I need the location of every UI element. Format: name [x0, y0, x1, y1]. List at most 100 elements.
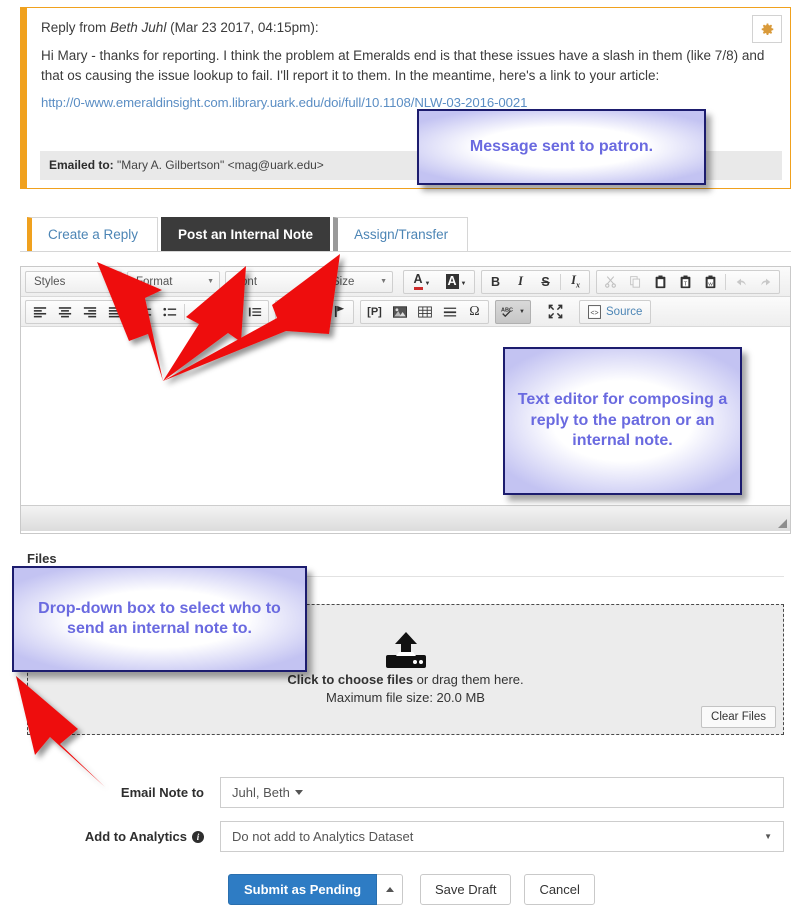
- toolbar-separator: [239, 303, 240, 320]
- tab-post-an-internal-note[interactable]: Post an Internal Note: [161, 217, 331, 252]
- svg-text:T: T: [684, 281, 688, 287]
- text-color-button[interactable]: A ▼: [405, 271, 439, 293]
- special-character-button[interactable]: Ω: [462, 301, 487, 323]
- compose-tabs: Create a Reply Post an Internal Note Ass…: [27, 216, 471, 252]
- undo-icon: [736, 278, 746, 285]
- source-code-icon: <>: [588, 304, 601, 319]
- align-right-icon: [83, 306, 96, 317]
- resize-grip-handle[interactable]: [778, 519, 787, 528]
- toolbar-separator: [560, 273, 561, 290]
- files-section-label: Files: [27, 551, 57, 566]
- cut-button[interactable]: [598, 271, 623, 293]
- editor-status-bar: [21, 505, 790, 531]
- bold-button[interactable]: B: [483, 271, 508, 293]
- callout-editor: Text editor for composing a reply to the…: [503, 347, 742, 495]
- tab-create-a-reply[interactable]: Create a Reply: [27, 217, 159, 252]
- outdent-button[interactable]: [187, 301, 212, 323]
- page-break-button[interactable]: [P]: [362, 301, 387, 323]
- anchor-icon: [334, 305, 345, 318]
- remove-format-button[interactable]: Ix: [563, 271, 588, 293]
- undo-button[interactable]: [728, 271, 753, 293]
- align-left-button[interactable]: [27, 301, 52, 323]
- horizontal-rule-button[interactable]: [437, 301, 462, 323]
- email-note-to-select[interactable]: Juhl, Beth: [220, 777, 784, 808]
- editor-toolbar-row-2: 12 [P] Ω ABC ▼ <> Source: [21, 297, 790, 327]
- message-author: Beth Juhl: [110, 20, 167, 35]
- dropzone-max-size: Maximum file size: 20.0 MB: [326, 690, 485, 705]
- chevron-down-icon: ▼: [519, 308, 525, 315]
- blockquote-button[interactable]: [242, 301, 267, 323]
- tab-assign-transfer[interactable]: Assign/Transfer: [333, 217, 469, 252]
- image-button[interactable]: [387, 301, 412, 323]
- cancel-button[interactable]: Cancel: [524, 874, 595, 905]
- paste-from-word-button[interactable]: W: [698, 271, 723, 293]
- email-note-to-row: Email Note to Juhl, Beth: [25, 777, 784, 808]
- screenshot-root: Reply from Beth Juhl (Mar 23 2017, 04:15…: [0, 0, 811, 913]
- paste-as-plain-text-button[interactable]: T: [673, 271, 698, 293]
- gear-icon: [761, 22, 773, 35]
- spellcheck-icon: ABC: [501, 308, 513, 318]
- spellcheck-button[interactable]: ABC ▼: [495, 299, 531, 324]
- message-article-link[interactable]: http://0-www.emeraldinsight.com.library.…: [41, 95, 776, 110]
- source-button-label: Source: [606, 305, 643, 318]
- callout-dropdown-text: Drop-down box to select who to send an i…: [38, 599, 281, 637]
- redo-button[interactable]: [753, 271, 778, 293]
- background-color-icon: A: [445, 274, 459, 289]
- maximize-button[interactable]: [541, 301, 569, 323]
- email-note-to-value: Juhl, Beth: [232, 785, 290, 800]
- link-group: [275, 299, 354, 324]
- info-icon[interactable]: i: [192, 830, 204, 843]
- callout-message: Message sent to patron.: [417, 109, 706, 185]
- svg-text:W: W: [708, 281, 713, 287]
- background-color-button[interactable]: A ▼: [439, 271, 473, 293]
- table-button[interactable]: [412, 301, 437, 323]
- emailed-to-value: "Mary A. Gilbertson" <mag@uark.edu>: [113, 158, 324, 172]
- email-note-to-value-wrap: Juhl, Beth: [232, 785, 303, 800]
- emailed-to-label: Emailed to:: [49, 158, 114, 172]
- chevron-down-icon: ▼: [109, 278, 116, 285]
- align-right-button[interactable]: [77, 301, 102, 323]
- tab-label: Post an Internal Note: [178, 227, 314, 242]
- indent-button[interactable]: [212, 301, 237, 323]
- caret-down-icon: [294, 790, 303, 795]
- align-justify-icon: [108, 306, 121, 317]
- link-button[interactable]: [277, 301, 302, 323]
- copy-button[interactable]: [623, 271, 648, 293]
- unlink-button[interactable]: [302, 301, 327, 323]
- align-center-icon: [58, 306, 71, 317]
- save-draft-button[interactable]: Save Draft: [420, 874, 512, 905]
- source-button[interactable]: <> Source: [579, 299, 652, 324]
- font-dropdown[interactable]: Font ▼: [225, 270, 318, 293]
- dropzone-prompt-rest: or drag them here.: [413, 672, 524, 687]
- blockquote-icon: [248, 307, 261, 316]
- callout-message-text: Message sent to patron.: [469, 137, 654, 155]
- remove-format-icon: Ix: [571, 273, 580, 290]
- tab-label: Assign/Transfer: [354, 227, 449, 242]
- format-dropdown[interactable]: Format ▼: [127, 270, 220, 293]
- color-button-group: A ▼ A ▼: [403, 269, 475, 294]
- styles-dropdown[interactable]: Styles ▼: [25, 270, 122, 293]
- add-to-analytics-label-wrap: Add to Analytics i: [25, 829, 220, 844]
- size-dropdown[interactable]: Size ▼: [323, 270, 393, 293]
- image-icon: [392, 305, 407, 318]
- strikethrough-button[interactable]: S: [533, 271, 558, 293]
- email-note-to-label: Email Note to: [120, 785, 204, 800]
- paste-button[interactable]: [648, 271, 673, 293]
- form-action-bar: Submit as Pending Save Draft Cancel: [228, 874, 608, 905]
- table-icon: [417, 305, 432, 318]
- align-justify-button[interactable]: [102, 301, 127, 323]
- toolbar-separator: [184, 303, 185, 320]
- bulleted-list-button[interactable]: [157, 301, 182, 323]
- message-settings-button[interactable]: [752, 15, 782, 43]
- submit-options-dropdown-button[interactable]: [377, 874, 404, 905]
- clear-files-button[interactable]: Clear Files: [701, 706, 776, 728]
- italic-button[interactable]: I: [508, 271, 533, 293]
- caret-up-icon: [385, 887, 394, 892]
- add-to-analytics-select[interactable]: Do not add to Analytics Dataset ▼: [220, 821, 784, 852]
- submit-as-pending-button[interactable]: Submit as Pending: [228, 874, 378, 905]
- chevron-down-icon: ▼: [305, 278, 312, 285]
- anchor-button[interactable]: [327, 301, 352, 323]
- align-center-button[interactable]: [52, 301, 77, 323]
- italic-icon: I: [518, 274, 523, 288]
- numbered-list-button[interactable]: 12: [132, 301, 157, 323]
